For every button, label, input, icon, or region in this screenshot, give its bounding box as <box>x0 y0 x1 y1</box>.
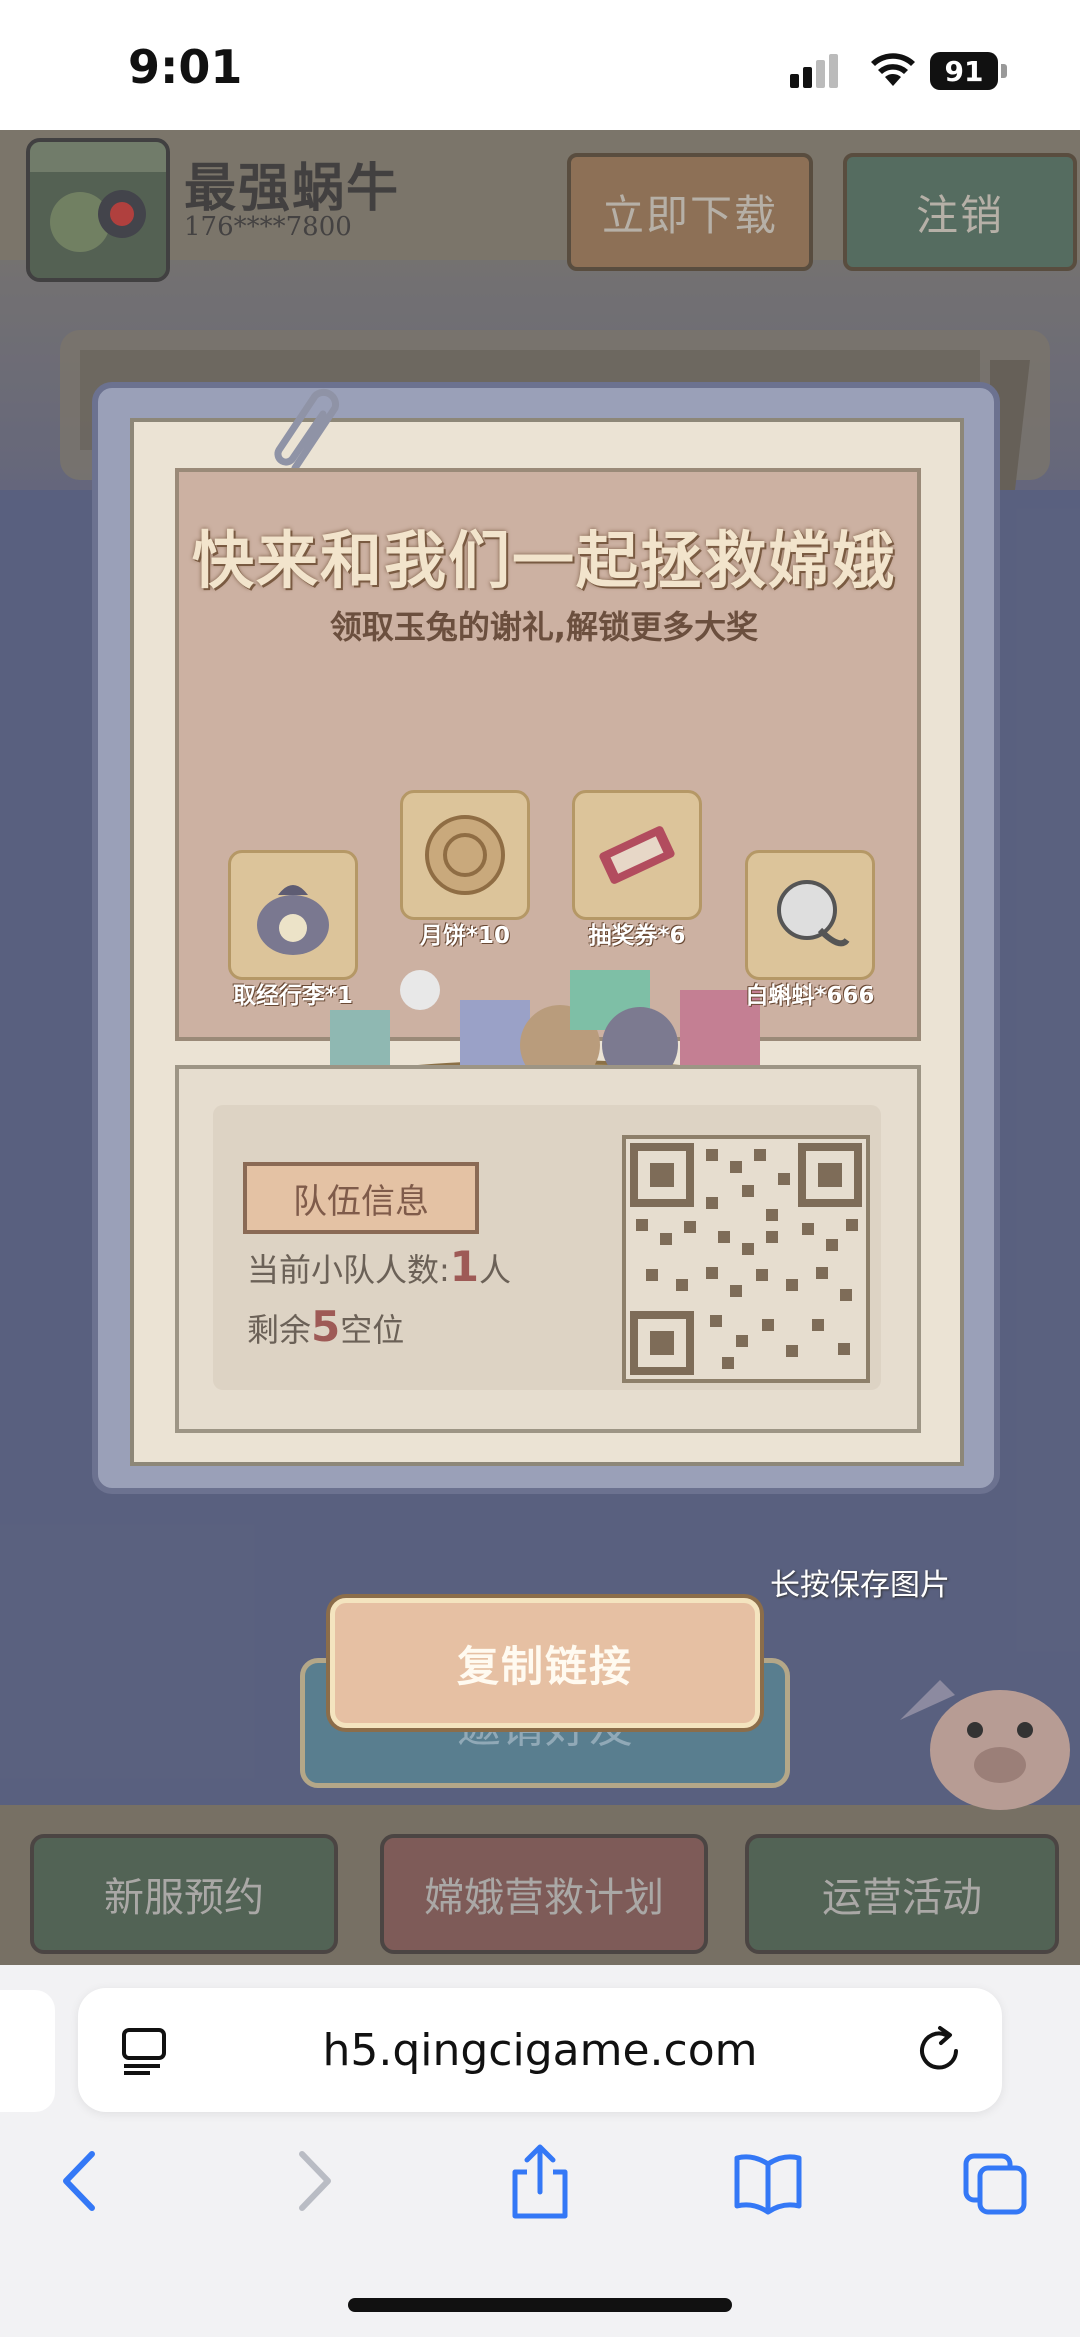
back-icon[interactable] <box>46 2142 116 2220</box>
forward-icon[interactable] <box>278 2142 348 2220</box>
free-slots-unit: 空位 <box>340 1311 405 1349</box>
url-text[interactable]: h5.qingcigame.com <box>78 2025 1002 2076</box>
member-count-unit: 人 <box>479 1251 512 1289</box>
qr-code[interactable] <box>622 1135 870 1383</box>
share-icon[interactable] <box>505 2142 575 2220</box>
pig-mascot-art <box>900 1680 1070 1810</box>
team-info-tab: 队伍信息 <box>243 1162 479 1234</box>
status-time: 9:01 <box>128 40 243 94</box>
cellular-signal-icon <box>790 54 838 88</box>
reward-label: 月饼*10 <box>419 923 511 949</box>
reward-item-mooncake: 月饼*10 <box>390 790 540 950</box>
mooncake-icon <box>400 790 530 920</box>
battery-level: 91 <box>944 54 984 88</box>
member-count-label: 当前小队人数: <box>247 1251 450 1289</box>
wifi-icon <box>871 53 915 86</box>
qr-code-icon <box>630 1143 862 1375</box>
reward-label: 白蝌蚪*666 <box>745 983 875 1009</box>
reload-icon[interactable] <box>910 2022 968 2080</box>
free-slots-count: 5 <box>311 1302 341 1351</box>
reward-item-luggage: 取经行李*1 <box>218 850 368 1010</box>
free-slots-row: 剩余5空位 <box>247 1302 404 1351</box>
free-slots-label: 剩余 <box>247 1311 312 1349</box>
promo-subtitle: 领取玉兔的谢礼,解锁更多大奖 <box>329 608 759 646</box>
bookmarks-icon[interactable] <box>733 2142 803 2220</box>
member-count: 1 <box>449 1242 480 1291</box>
lottery-ticket-icon <box>572 790 702 920</box>
home-indicator <box>348 2298 732 2312</box>
previous-tab-peek[interactable] <box>0 1990 55 2112</box>
battery-icon: 91 <box>930 52 1010 90</box>
game-page: 最强蜗牛 176****7800 立即下载 注销 新服预约 嫦娥营救计划 运营活… <box>0 130 1080 1965</box>
member-count-row: 当前小队人数:1人 <box>247 1242 511 1291</box>
reward-item-tadpole: 白蝌蚪*666 <box>735 850 885 1010</box>
tabs-icon[interactable] <box>960 2142 1030 2220</box>
reward-item-lottery-ticket: 抽奖券*6 <box>562 790 712 950</box>
reward-label: 抽奖券*6 <box>588 923 686 949</box>
tadpole-icon <box>745 850 875 980</box>
reward-label: 取经行李*1 <box>232 983 354 1009</box>
paperclip-icon <box>274 388 340 472</box>
copy-link-button[interactable]: 复制链接 <box>330 1598 760 1728</box>
save-image-hint: 长按保存图片 <box>770 1568 950 1603</box>
promo-title: 快来和我们一起拯救嫦娥 <box>191 524 896 597</box>
luggage-bag-icon <box>228 850 358 980</box>
